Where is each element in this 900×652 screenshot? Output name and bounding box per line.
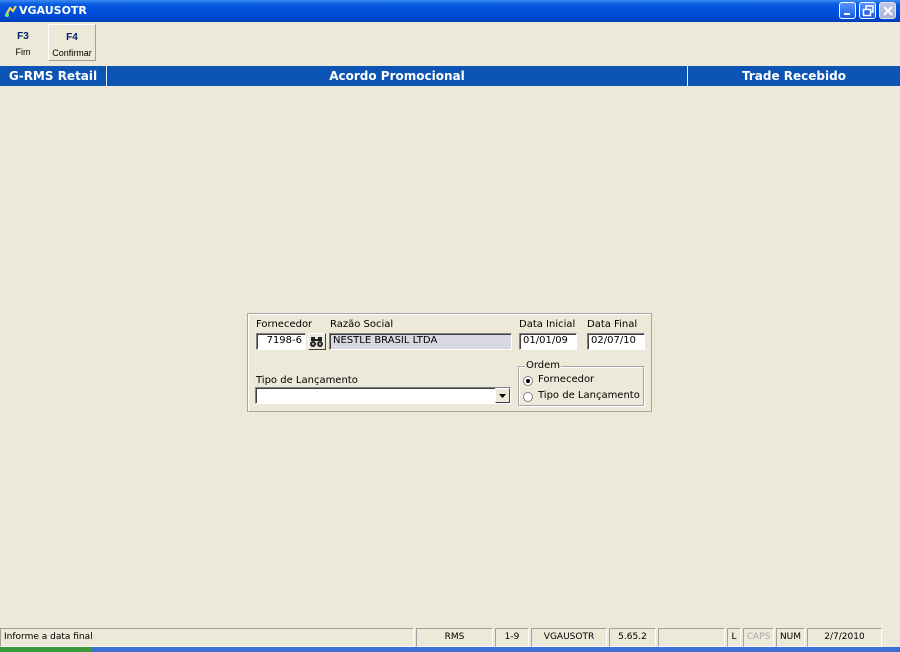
title-bar: VGAUSOTR <box>0 0 900 22</box>
taskbar-strip <box>0 647 900 652</box>
fim-button[interactable]: F3 Fim <box>3 24 43 61</box>
restore-button[interactable] <box>859 2 876 19</box>
fornecedor-label: Fornecedor <box>256 319 313 330</box>
status-date: 2/7/2010 <box>807 628 882 647</box>
status-lock: L <box>727 628 741 647</box>
window-title: VGAUSOTR <box>19 4 87 17</box>
status-caps: CAPS <box>743 628 774 647</box>
status-system: RMS <box>416 628 493 647</box>
status-num: NUM <box>776 628 805 647</box>
header-screen: Trade Recebido <box>742 69 846 83</box>
confirmar-button[interactable]: F4 Confirmar <box>48 24 96 61</box>
status-blank <box>658 628 725 647</box>
filter-panel: Fornecedor 7198-6 Razão Social NESTLE BR… <box>247 313 652 412</box>
confirmar-label: Confirmar <box>52 48 92 58</box>
fim-key: F3 <box>17 31 29 42</box>
ordem-tipo-lancamento-radio[interactable] <box>523 392 533 402</box>
data-final-label: Data Final <box>587 319 638 330</box>
start-button-edge <box>0 647 92 652</box>
dropdown-button[interactable] <box>495 388 510 403</box>
ordem-legend: Ordem <box>525 360 562 371</box>
tipo-lancamento-label: Tipo de Lançamento <box>256 375 358 386</box>
restore-icon <box>862 5 874 17</box>
status-message: Informe a data final <box>0 628 414 647</box>
fim-label: Fim <box>15 47 31 57</box>
tipo-lancamento-select[interactable] <box>255 387 511 404</box>
status-bar: Informe a data final RMS 1-9 VGAUSOTR 5.… <box>0 627 900 647</box>
close-button[interactable] <box>879 2 896 19</box>
binoculars-icon <box>310 337 323 347</box>
razao-social-field: NESTLE BRASIL LTDA <box>329 333 512 350</box>
header-app-name: G-RMS Retail <box>8 69 98 83</box>
status-program: VGAUSOTR <box>531 628 607 647</box>
ordem-tipo-lancamento-label: Tipo de Lançamento <box>538 390 640 401</box>
razao-social-label: Razão Social <box>330 319 394 330</box>
data-final-input[interactable]: 02/07/10 <box>587 333 645 350</box>
header-module: Acordo Promocional <box>329 69 465 83</box>
ordem-fornecedor-radio[interactable] <box>523 376 533 386</box>
fornecedor-input[interactable]: 7198-6 <box>256 333 306 350</box>
minimize-button[interactable] <box>839 2 856 19</box>
ordem-fornecedor-label: Fornecedor <box>538 374 595 385</box>
toolbar: F3 Fim F4 Confirmar <box>0 22 900 63</box>
header-bar: G-RMS Retail Acordo Promocional Trade Re… <box>0 66 900 86</box>
minimize-icon <box>844 13 850 15</box>
data-inicial-label: Data Inicial <box>519 319 576 330</box>
search-fornecedor-button[interactable] <box>308 333 326 350</box>
status-code: 1-9 <box>495 628 529 647</box>
app-icon <box>5 5 17 17</box>
close-icon <box>883 6 893 16</box>
status-version: 5.65.2 <box>609 628 656 647</box>
confirmar-key: F4 <box>66 32 78 43</box>
ordem-group: Ordem Fornecedor Tipo de Lançamento <box>518 360 644 406</box>
chevron-down-icon <box>499 394 506 398</box>
data-inicial-input[interactable]: 01/01/09 <box>519 333 577 350</box>
